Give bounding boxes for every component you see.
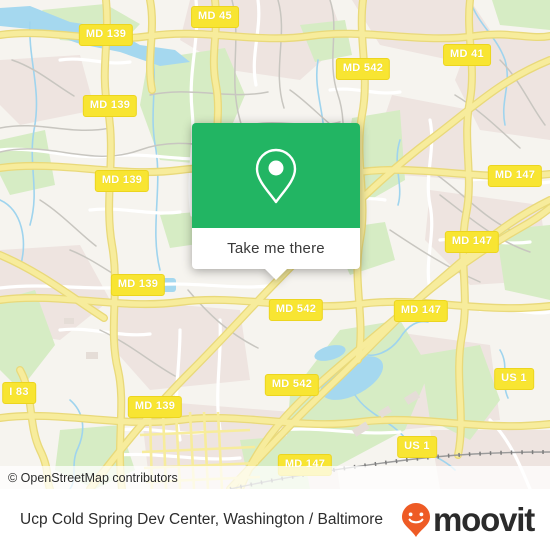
road-shield: MD 542: [268, 299, 324, 321]
popup-image-area: [192, 123, 360, 228]
road-shield: MD 139: [82, 95, 138, 117]
take-me-there-button[interactable]: Take me there: [192, 228, 360, 269]
road-shield: MD 41: [443, 44, 491, 66]
road-shield: MD 139: [94, 170, 150, 192]
location-popup-card[interactable]: Take me there: [192, 123, 360, 280]
road-shield: MD 542: [335, 58, 391, 80]
location-title: Ucp Cold Spring Dev Center, Washington /…: [20, 510, 383, 528]
attribution-text: © OpenStreetMap contributors: [8, 470, 178, 485]
road-shield: MD 147: [393, 300, 449, 322]
osm-attribution-bar: © OpenStreetMap contributors: [0, 466, 550, 489]
map-screenshot-root: MD 139 MD 45 MD 542 MD 41 MD 139 MD 139 MD 147…: [0, 0, 550, 550]
road-shield: I 83: [2, 382, 36, 404]
road-shield: MD 147: [444, 231, 500, 253]
road-shield: MD 139: [78, 24, 134, 46]
road-shield: MD 542: [264, 374, 320, 396]
road-shield: MD 45: [191, 6, 239, 28]
road-shield: MD 147: [487, 165, 543, 187]
map-pin-icon: [255, 148, 297, 203]
road-shield: US 1: [397, 436, 437, 458]
footer-bar: Ucp Cold Spring Dev Center, Washington /…: [0, 489, 550, 550]
moovit-smiley-pin-icon: [402, 502, 431, 537]
moovit-wordmark: moovit: [433, 501, 535, 538]
popup-tail-pointer: [265, 269, 287, 280]
road-shield: US 1: [494, 368, 534, 390]
moovit-brand[interactable]: moovit: [400, 501, 535, 538]
road-shield: MD 139: [110, 274, 166, 296]
road-shield: MD 139: [127, 396, 183, 418]
take-me-there-label: Take me there: [227, 240, 325, 257]
